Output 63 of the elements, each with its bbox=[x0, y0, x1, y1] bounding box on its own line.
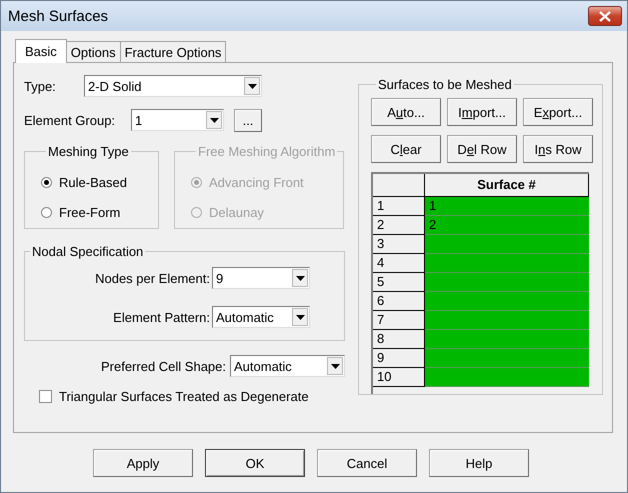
toolbar-button[interactable]: Import... bbox=[447, 98, 517, 126]
dialog-button[interactable]: Help bbox=[429, 449, 529, 477]
preferred-cell-shape-label: Preferred Cell Shape: bbox=[100, 358, 226, 374]
row-header: 5 bbox=[373, 273, 425, 292]
degenerate-checkbox-option[interactable]: Triangular Surfaces Treated as Degenerate bbox=[24, 389, 345, 404]
table-cell[interactable] bbox=[425, 235, 589, 254]
toolbar-button[interactable]: Ins Row bbox=[523, 135, 593, 163]
dialog-button[interactable]: Cancel bbox=[317, 449, 417, 477]
radio-button[interactable] bbox=[41, 206, 52, 218]
row-header: 4 bbox=[373, 254, 425, 273]
row-header: 3 bbox=[373, 235, 425, 254]
row-header: 7 bbox=[373, 311, 425, 330]
field-dropdown[interactable]: 9 bbox=[212, 267, 310, 289]
table-cell[interactable] bbox=[425, 368, 589, 387]
toolbar-button[interactable]: Auto... bbox=[371, 98, 441, 126]
group-title: Nodal Specification bbox=[31, 244, 144, 259]
toolbar-button[interactable]: Export... bbox=[523, 98, 593, 126]
toolbar-button[interactable]: Del Row bbox=[447, 135, 517, 163]
dropdown-arrow-icon bbox=[210, 118, 218, 122]
table-cell[interactable] bbox=[425, 292, 589, 311]
column-header: Surface # bbox=[425, 174, 589, 197]
group-title: Meshing Type bbox=[47, 144, 130, 159]
table-cell[interactable] bbox=[425, 311, 589, 330]
row-header: 1 bbox=[373, 197, 425, 216]
table-cell[interactable] bbox=[425, 330, 589, 349]
row-header: 6 bbox=[373, 292, 425, 311]
dropdown-arrow-icon bbox=[248, 84, 256, 88]
element-group-label: Element Group: bbox=[24, 112, 116, 128]
radio-option[interactable]: Rule-Based bbox=[41, 167, 158, 197]
group-title: Free Meshing Algorithm bbox=[197, 144, 336, 159]
radio-button[interactable] bbox=[41, 176, 52, 188]
tab[interactable]: Options bbox=[66, 41, 121, 62]
dialog-button[interactable]: Apply bbox=[93, 449, 193, 477]
toolbar-button[interactable]: Clear bbox=[371, 135, 441, 163]
field-label: Element Pattern: bbox=[112, 310, 211, 324]
table-cell[interactable] bbox=[425, 273, 589, 292]
row-header: 8 bbox=[373, 330, 425, 349]
element-group-dropdown[interactable]: 1 bbox=[131, 109, 224, 131]
table-cell[interactable] bbox=[425, 349, 589, 368]
dropdown-arrow-icon bbox=[296, 314, 304, 320]
checkbox[interactable] bbox=[39, 390, 52, 403]
type-label: Type: bbox=[24, 78, 57, 94]
table-cell[interactable]: 1 bbox=[425, 197, 589, 216]
window-title: Mesh Surfaces bbox=[8, 8, 108, 24]
field-dropdown[interactable]: Automatic bbox=[212, 306, 310, 328]
type-dropdown[interactable]: 2-D Solid bbox=[84, 75, 262, 97]
table-cell[interactable]: 2 bbox=[425, 216, 589, 235]
dropdown-arrow-icon bbox=[296, 276, 304, 280]
tab[interactable]: Fracture Options bbox=[120, 41, 226, 62]
row-header: 2 bbox=[373, 216, 425, 235]
row-header: 10 bbox=[373, 368, 425, 387]
row-header: 9 bbox=[373, 349, 425, 368]
field-label: Nodes per Element: bbox=[94, 270, 211, 286]
close-icon bbox=[599, 10, 611, 22]
close-button[interactable] bbox=[588, 6, 622, 26]
preferred-cell-shape-dropdown[interactable]: Automatic bbox=[230, 355, 345, 377]
radio-option[interactable]: Free-Form bbox=[41, 197, 158, 227]
dropdown-arrow-icon bbox=[330, 364, 340, 368]
table-cell[interactable] bbox=[425, 254, 589, 273]
browse-button[interactable]: ... bbox=[234, 108, 262, 132]
group-title: Surfaces to be Meshed bbox=[377, 77, 513, 92]
tab[interactable]: Basic bbox=[15, 39, 67, 63]
dialog-button[interactable]: OK bbox=[205, 449, 305, 477]
